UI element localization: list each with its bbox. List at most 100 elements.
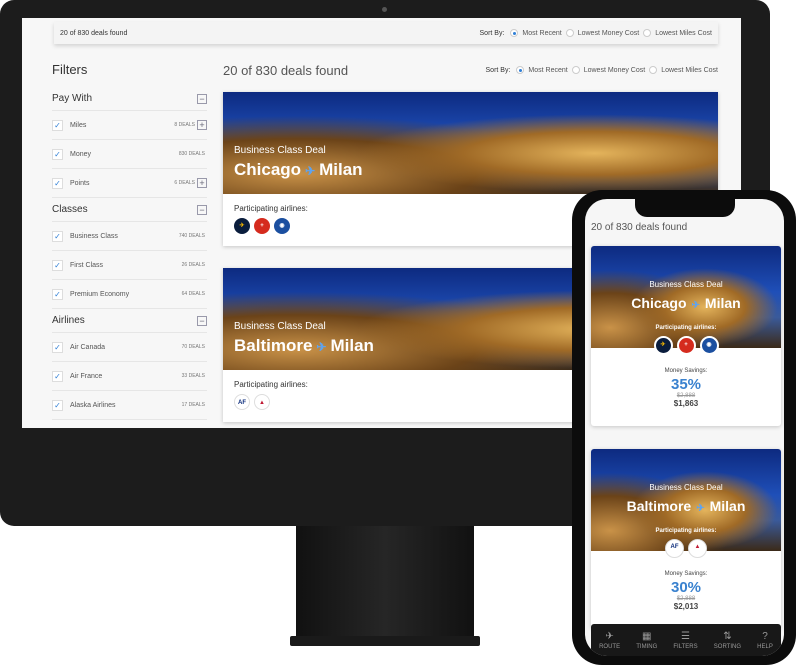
deal-card[interactable]: Business Class Deal Chicago ✈ Milan Particip… [591, 246, 781, 426]
nav-filters[interactable]: ☰ FILTERS [673, 631, 697, 650]
phone-notch [635, 199, 735, 217]
filter-item[interactable]: ✓ Business Class 740 DEALS [52, 222, 207, 251]
sort-label: Sort By: [479, 29, 505, 37]
filter-label: Points [70, 179, 90, 187]
nav-label: SORTING [713, 643, 742, 650]
checkbox[interactable]: ✓ [52, 230, 63, 242]
nav-timing[interactable]: ▦ TIMING [636, 631, 657, 650]
filter-item[interactable]: ✓ Miles 8 DEALS + [52, 111, 207, 140]
savings-percent: 30% [670, 579, 702, 596]
nav-help[interactable]: ? HELP [757, 631, 773, 650]
destination: Milan [319, 160, 363, 179]
collapse-button[interactable]: − [197, 93, 207, 104]
monitor-stand [296, 526, 474, 638]
deal-count: 33 DEALS [181, 373, 205, 379]
filter-item[interactable]: ✓ Premium Economy 64 DEALS [52, 280, 207, 309]
calendar-icon: ▦ [642, 630, 652, 642]
airline-logo-af: AF [234, 394, 250, 410]
filters-title: Filters [52, 62, 88, 77]
collapse-button[interactable]: − [197, 204, 207, 215]
plane-icon: ✈ [605, 630, 614, 642]
airline-logo-swiss: + [254, 218, 270, 234]
nav-route[interactable]: ✈ ROUTE [599, 631, 620, 650]
filter-label: Money [70, 150, 92, 158]
sort-icon: ⇅ [723, 630, 732, 642]
radio-lowest-miles[interactable] [649, 66, 658, 74]
checkbox[interactable]: ✓ [52, 177, 63, 189]
filter-item[interactable]: ✓ Points 6 DEALS + [52, 169, 207, 198]
deal-count: 70 DEALS [181, 344, 205, 350]
filters-panel: Filters Pay With − ✓ Miles 8 DEALS + ✓ Money 830… [52, 62, 207, 420]
deal-class: Business Class Deal [649, 483, 723, 492]
deal-count: 740 DEALS [178, 233, 205, 239]
sort-option[interactable]: Most Recent [522, 30, 561, 37]
mobile-phone: 20 of 830 deals found Business Class Dea… [572, 190, 796, 665]
airline-logo-lufthansa: ✈ [234, 218, 250, 234]
filter-item[interactable]: ✓ Alaska Airlines 17 DEALS [52, 391, 207, 420]
checkbox[interactable]: ✓ [52, 288, 63, 300]
collapse-button[interactable]: − [197, 315, 207, 326]
airline-logo-delta: ▲ [688, 539, 707, 558]
filter-item[interactable]: ✓ Money 830 DEALS [52, 140, 207, 169]
destination: Milan [330, 336, 374, 355]
checkbox[interactable]: ✓ [52, 399, 63, 411]
savings-label: Money Savings: [664, 368, 708, 374]
destination: Milan [704, 295, 741, 311]
deal-route: Chicago ✈ Milan [591, 295, 781, 311]
radio-lowest-miles[interactable] [643, 29, 652, 37]
deal-image: Business Class Deal Chicago ✈ Milan [223, 92, 718, 194]
radio-most-recent[interactable] [510, 29, 519, 37]
airline-logo-united: ◉ [274, 218, 290, 234]
new-price: $2,013 [673, 602, 699, 611]
deal-class: Business Class Deal [234, 321, 326, 332]
filter-label: Miles [70, 121, 87, 129]
filter-item[interactable]: ✓ First Class 26 DEALS [52, 251, 207, 280]
sort-option[interactable]: Lowest Money Cost [584, 67, 645, 74]
nav-label: FILTERS [673, 643, 698, 650]
sort-option[interactable]: Lowest Miles Cost [655, 30, 712, 37]
sort-option[interactable]: Lowest Money Cost [578, 30, 639, 37]
nav-label: HELP [757, 643, 773, 650]
section-title: Classes [52, 204, 88, 215]
deal-route: Baltimore ✈ Milan [234, 336, 374, 356]
airline-logo-delta: ▲ [254, 394, 270, 410]
deals-count: 20 of 830 deals found [60, 29, 128, 37]
airline-logo-lufthansa: ✈ [653, 336, 673, 355]
plane-icon: ✈ [696, 503, 705, 514]
filter-section-header: Classes − [52, 198, 207, 222]
section-title: Pay With [52, 93, 93, 104]
deal-image: Business Class Deal Chicago ✈ Milan Particip… [591, 246, 781, 355]
airlines-label: Participating airlines: [655, 325, 717, 331]
sort-label: Sort By: [485, 66, 511, 74]
checkbox[interactable]: ✓ [52, 148, 63, 160]
checkbox[interactable]: ✓ [52, 119, 63, 131]
checkbox[interactable]: ✓ [52, 370, 63, 382]
deal-card[interactable]: Business Class Deal Baltimore ✈ Milan Partic… [591, 449, 781, 629]
sliders-icon: ☰ [681, 630, 690, 642]
deal-image: Business Class Deal Baltimore ✈ Milan Partic… [591, 449, 781, 558]
origin: Baltimore [626, 498, 692, 514]
radio-lowest-money[interactable] [571, 66, 580, 74]
bottom-nav: ✈ ROUTE ▦ TIMING ☰ FILTERS ⇅ SORTING ? HELP [591, 624, 781, 656]
deal-class: Business Class Deal [234, 145, 326, 156]
airline-logo-af: AF [665, 539, 684, 558]
radio-lowest-money[interactable] [565, 29, 574, 37]
deal-count: 6 DEALS [174, 180, 195, 186]
filter-item[interactable]: ✓ Air Canada 70 DEALS [52, 333, 207, 362]
filter-label: Premium Economy [70, 290, 130, 298]
sort-option[interactable]: Most Recent [528, 67, 567, 74]
nav-label: ROUTE [599, 643, 621, 650]
radio-most-recent[interactable] [516, 66, 525, 74]
expand-button[interactable]: + [197, 120, 207, 130]
expand-button[interactable]: + [197, 178, 207, 188]
deal-count: 830 DEALS [178, 151, 205, 157]
origin: Baltimore [234, 336, 313, 355]
sticky-header: 20 of 830 deals found Sort By: Most Rece… [54, 22, 718, 44]
nav-sorting[interactable]: ⇅ SORTING [714, 631, 741, 650]
checkbox[interactable]: ✓ [52, 341, 63, 353]
checkbox[interactable]: ✓ [52, 259, 63, 271]
filter-item[interactable]: ✓ Air France 33 DEALS [52, 362, 207, 391]
sort-option[interactable]: Lowest Miles Cost [661, 67, 718, 74]
savings-percent: 35% [670, 376, 702, 393]
section-title: Airlines [52, 315, 85, 326]
